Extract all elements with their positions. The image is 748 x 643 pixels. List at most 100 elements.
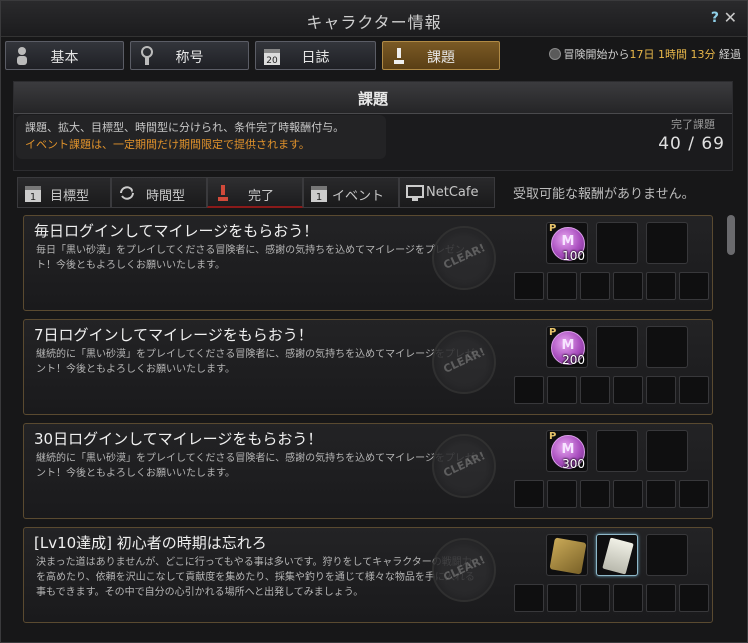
subtab-completed-label: 完了 <box>248 189 275 204</box>
tab-challenges-label: 課題 <box>427 50 455 66</box>
reward-quantity: 200 <box>562 353 585 367</box>
challenge-card: 毎日ログインしてマイレージをもらおう！ 毎日「黒い砂漠」をプレイしてくださる冒険… <box>23 215 713 311</box>
option-slot[interactable] <box>580 584 610 612</box>
challenge-title: 30日ログインしてマイレージをもらおう！ <box>34 430 323 448</box>
option-slot[interactable] <box>580 376 610 404</box>
reward-slot[interactable] <box>596 326 638 368</box>
challenge-card: 7日ログインしてマイレージをもらおう！ 継続的に「黒い砂漠」をプレイしてくださる… <box>23 319 713 415</box>
reward-slot[interactable]: M P 100 <box>546 222 588 264</box>
option-slot[interactable] <box>679 480 709 508</box>
option-slot[interactable] <box>547 584 577 612</box>
option-slot[interactable] <box>547 480 577 508</box>
option-slot[interactable] <box>679 272 709 300</box>
svg-text:1: 1 <box>30 192 36 203</box>
tab-basic-label: 基本 <box>50 50 79 66</box>
reward-slot[interactable] <box>646 222 688 264</box>
option-slot[interactable] <box>613 272 643 300</box>
challenge-desc: 継続的に「黒い砂漠」をプレイしてくださる冒険者に、感謝の気持ちを込めてマイレージ… <box>36 453 475 479</box>
challenge-desc: 毎日「黒い砂漠」をプレイしてくださる冒険者に、感謝の気持ちを込めてマイレージをプ… <box>36 245 465 271</box>
completed-label: 完了課題 <box>671 118 715 131</box>
clear-stamp: CLEAR! <box>432 330 496 394</box>
option-slot[interactable] <box>514 584 544 612</box>
reward-slot[interactable] <box>646 534 688 576</box>
adventure-elapsed: 冒険開始から17日 1時間 13分 経過 <box>548 46 741 62</box>
reward-badge: P <box>549 327 557 338</box>
completed-count: 40 / 69 <box>658 134 725 154</box>
tab-title[interactable]: 称号 <box>130 41 249 70</box>
guild-item-icon <box>549 537 587 575</box>
option-slot[interactable] <box>514 376 544 404</box>
calendar-icon: 1 <box>311 186 327 203</box>
option-slot[interactable] <box>679 584 709 612</box>
calendar-icon: 1 <box>25 186 41 203</box>
scroll-icon <box>602 537 634 575</box>
option-slot[interactable] <box>613 584 643 612</box>
option-slot[interactable] <box>547 272 577 300</box>
trophy-icon <box>218 185 228 201</box>
challenge-card: 30日ログインしてマイレージをもらおう！ 継続的に「黒い砂漠」をプレイしてくださ… <box>23 423 713 519</box>
window-title: キャラクター情報 <box>306 13 442 32</box>
reward-slot[interactable] <box>596 534 638 576</box>
option-slot[interactable] <box>580 272 610 300</box>
subtab-event[interactable]: 1 イベント <box>303 177 399 208</box>
reward-slot[interactable] <box>646 326 688 368</box>
subtab-time[interactable]: 時間型 <box>111 177 207 208</box>
challenge-title: [Lv10達成] 初心者の時期は忘れろ <box>34 534 267 552</box>
monitor-icon <box>406 185 424 201</box>
tab-journal[interactable]: 20 日誌 <box>255 41 376 70</box>
title-bar[interactable]: キャラクター情報 ? ✕ <box>1 1 747 37</box>
option-slot[interactable] <box>646 376 676 404</box>
subtab-event-label: イベント <box>332 189 385 204</box>
refresh-icon <box>120 186 134 200</box>
reward-slot[interactable]: M P 300 <box>546 430 588 472</box>
subtab-goal-label: 目標型 <box>50 189 90 204</box>
option-slot[interactable] <box>514 480 544 508</box>
option-slot[interactable] <box>679 376 709 404</box>
description-line-1: 課題、拡大、目標型、時間型に分けられ、条件完了時報酬付与。 <box>25 121 345 134</box>
character-info-window: キャラクター情報 ? ✕ 基本 称号 20 日誌 課題 冒険開始から17日 1時… <box>0 0 748 643</box>
reward-quantity: 300 <box>562 457 585 471</box>
option-slot[interactable] <box>613 480 643 508</box>
subtab-goal[interactable]: 1 目標型 <box>17 177 111 208</box>
challenge-desc: 継続的に「黒い砂漠」をプレイしてくださる冒険者に、感謝の気持ちを込めてマイレージ… <box>36 349 475 375</box>
clear-stamp: CLEAR! <box>432 434 496 498</box>
challenge-title: 7日ログインしてマイレージをもらおう！ <box>34 326 313 344</box>
option-slot[interactable] <box>580 480 610 508</box>
tab-journal-label: 日誌 <box>301 50 330 66</box>
reward-slot[interactable] <box>596 430 638 472</box>
scrollbar-thumb[interactable] <box>727 215 735 255</box>
panel-title: 課題 <box>14 82 732 114</box>
no-reward-message: 受取可能な報酬がありません。 <box>513 187 695 202</box>
option-slot[interactable] <box>646 584 676 612</box>
challenge-title: 毎日ログインしてマイレージをもらおう！ <box>34 222 319 240</box>
reward-slot[interactable] <box>546 534 588 576</box>
reward-quantity: 100 <box>562 249 585 263</box>
subtab-time-label: 時間型 <box>146 189 186 204</box>
help-icon[interactable]: ? <box>711 10 719 26</box>
clear-stamp: CLEAR! <box>432 538 496 602</box>
reward-slot[interactable] <box>596 222 638 264</box>
option-slot[interactable] <box>514 272 544 300</box>
description-line-2: イベント課題は、一定期間だけ期間限定で提供されます。 <box>25 138 310 151</box>
option-slot[interactable] <box>646 272 676 300</box>
reward-badge: P <box>549 223 557 234</box>
clear-stamp: CLEAR! <box>432 226 496 290</box>
svg-text:1: 1 <box>316 192 322 203</box>
reward-badge: P <box>549 431 557 442</box>
clock-icon <box>548 48 561 60</box>
option-slot[interactable] <box>646 480 676 508</box>
option-slot[interactable] <box>547 376 577 404</box>
challenge-description: 課題、拡大、目標型、時間型に分けられ、条件完了時報酬付与。 イベント課題は、一定… <box>16 115 386 159</box>
subtab-netcafe-label: NetCafe <box>426 185 479 200</box>
tab-challenges[interactable]: 課題 <box>382 41 500 70</box>
tab-basic[interactable]: 基本 <box>5 41 124 70</box>
challenge-list[interactable]: 毎日ログインしてマイレージをもらおう！ 毎日「黒い砂漠」をプレイしてくださる冒険… <box>17 211 719 641</box>
close-icon[interactable]: ✕ <box>724 8 737 27</box>
subtab-netcafe[interactable]: NetCafe <box>399 177 495 208</box>
reward-slot[interactable] <box>646 430 688 472</box>
option-slot[interactable] <box>613 376 643 404</box>
tab-title-label: 称号 <box>175 50 204 66</box>
challenge-card: [Lv10達成] 初心者の時期は忘れろ 決まった道はありませんが、どこに行っても… <box>23 527 713 623</box>
subtab-completed[interactable]: 完了 <box>207 177 303 208</box>
reward-slot[interactable]: M P 200 <box>546 326 588 368</box>
